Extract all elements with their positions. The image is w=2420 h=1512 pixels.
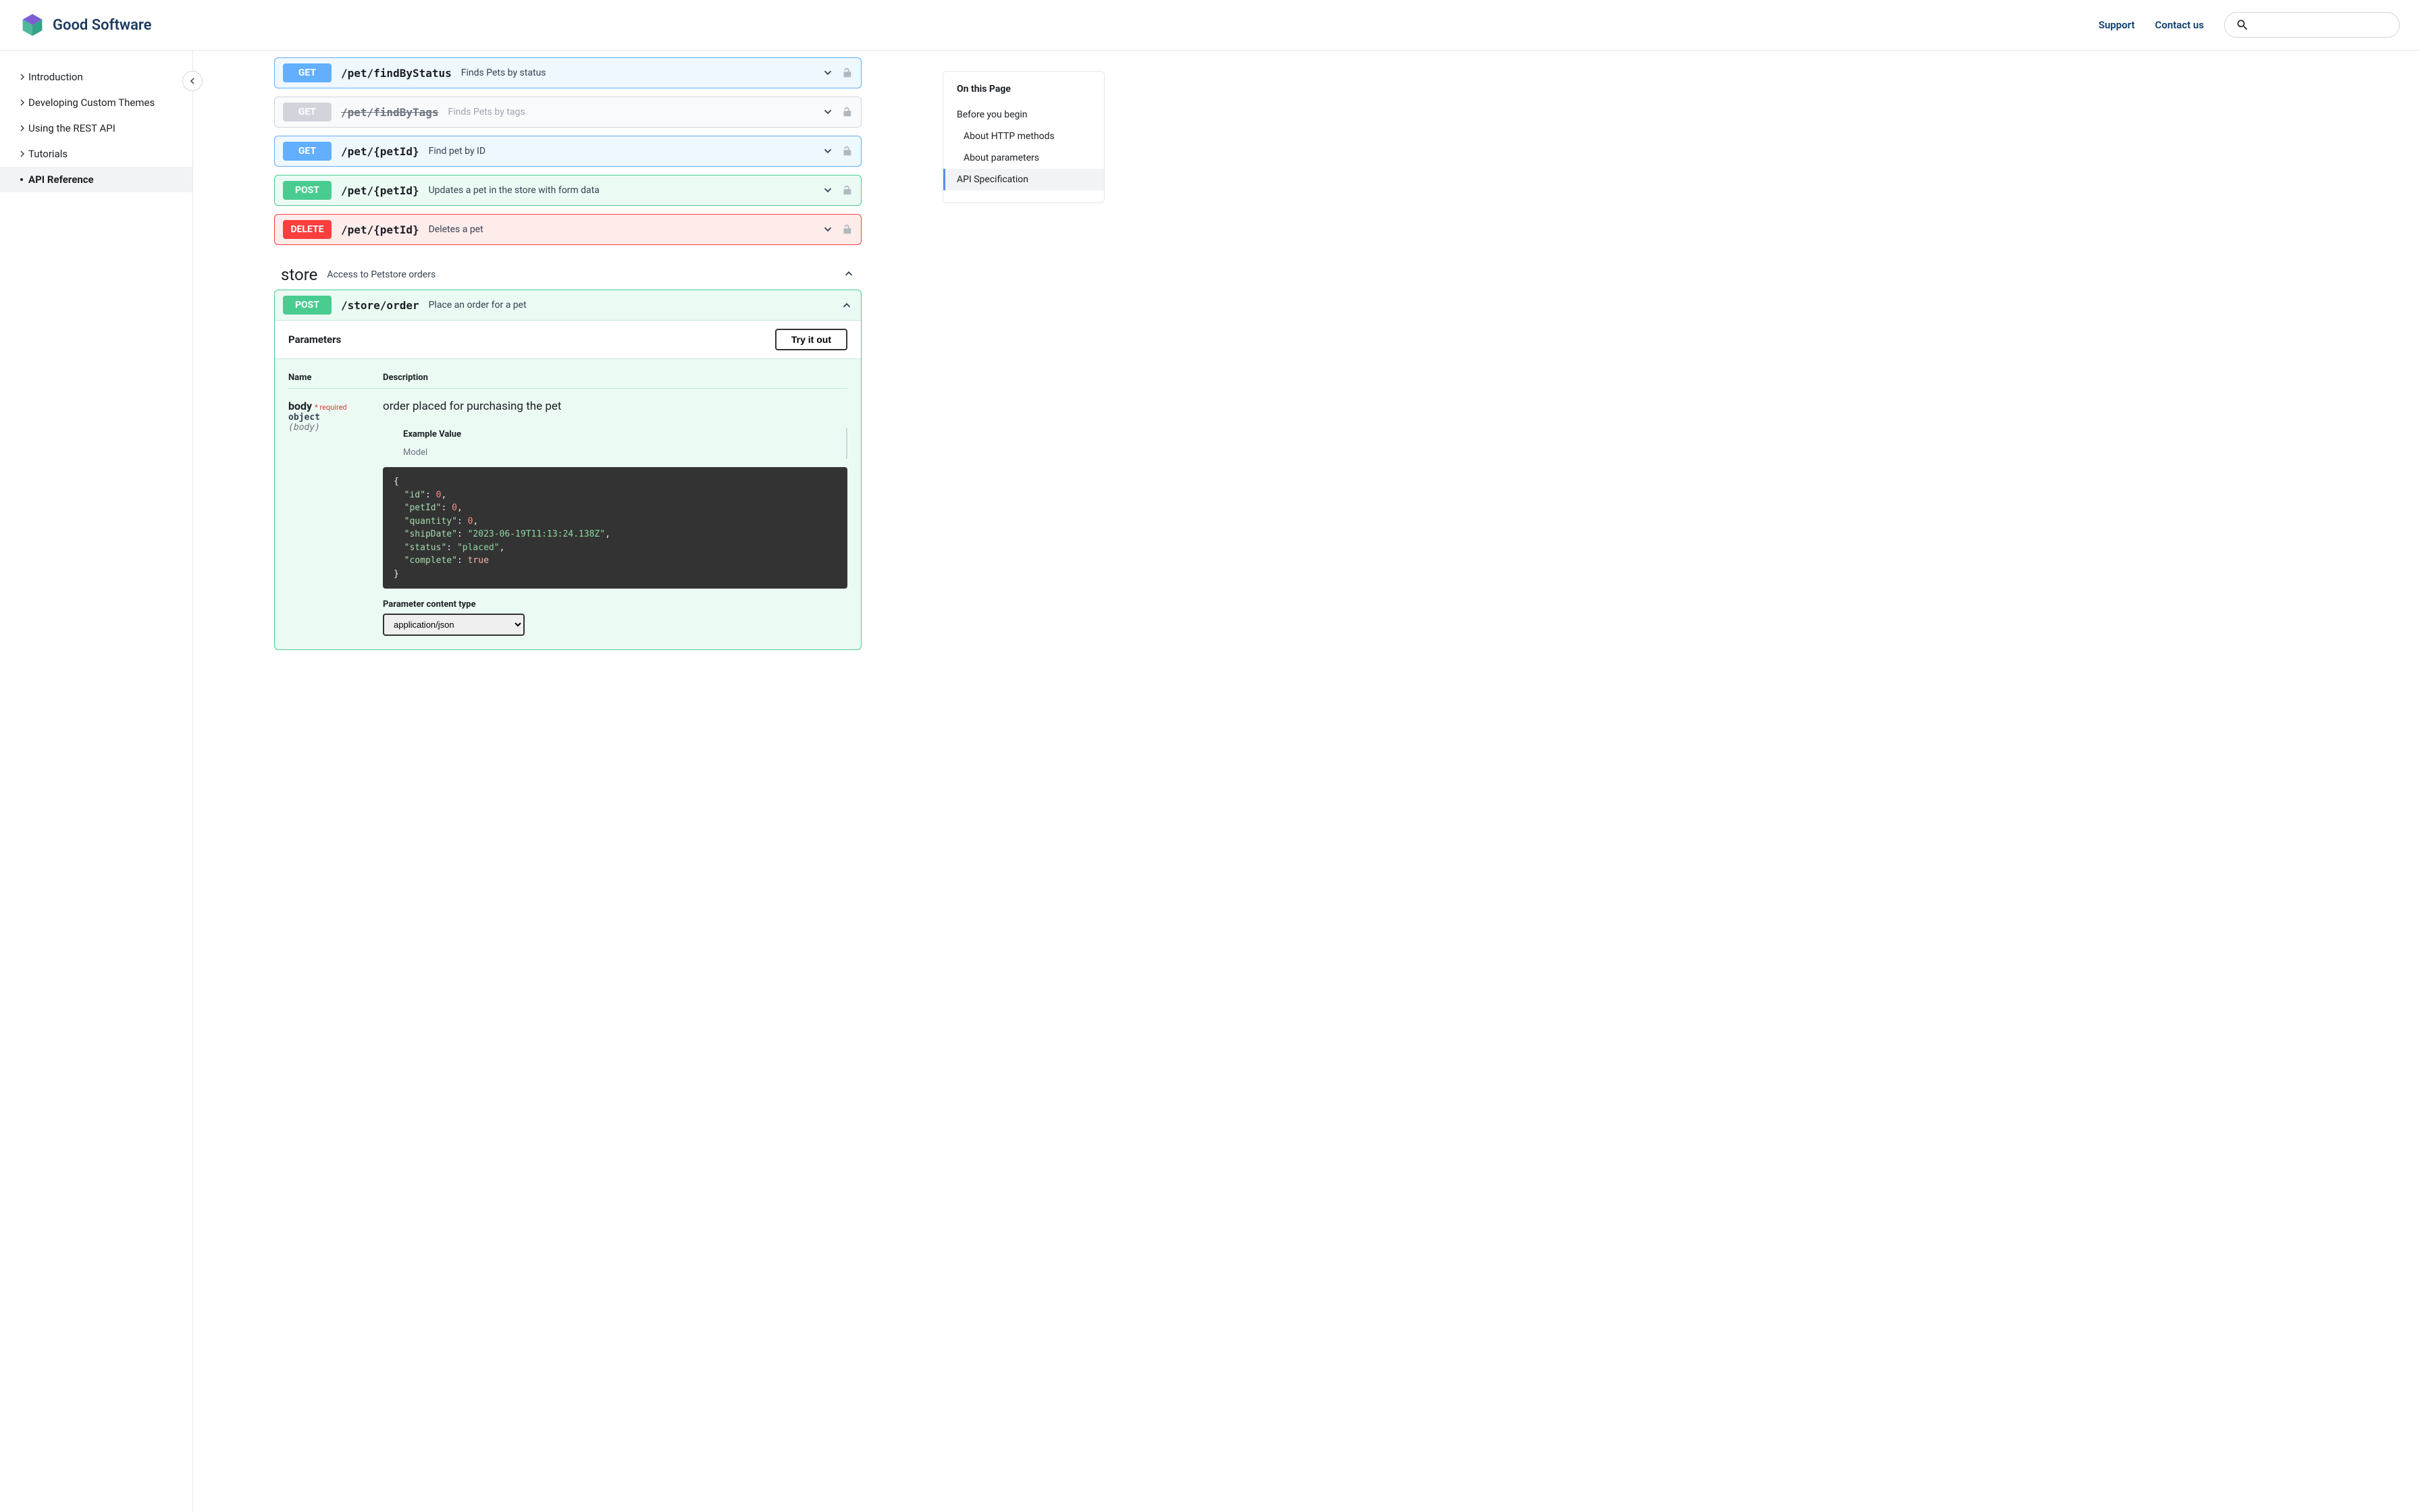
toc-title: On this Page xyxy=(943,84,1104,104)
logo-icon xyxy=(20,13,45,37)
tab-model[interactable]: Model xyxy=(403,445,847,460)
chevron-down-icon xyxy=(822,67,834,79)
sidebar-item-label: Developing Custom Themes xyxy=(28,97,155,109)
endpoint-path: /pet/findByStatus xyxy=(341,67,452,80)
endpoint-path: /store/order xyxy=(341,299,419,312)
sidebar-item-label: Using the REST API xyxy=(28,122,115,134)
param-name-cell: body * required object (body) xyxy=(288,400,356,636)
sidebar-item-developing-custom-themes[interactable]: Developing Custom Themes xyxy=(0,90,192,115)
chevron-down-icon xyxy=(822,223,834,236)
toc-item-api-specification[interactable]: API Specification xyxy=(943,169,1104,190)
sidebar-item-tutorials[interactable]: Tutorials xyxy=(0,141,192,167)
endpoint-path: /pet/{petId} xyxy=(341,223,419,236)
section-desc: Access to Petstore orders xyxy=(327,269,436,280)
endpoint-post--pet--petId-[interactable]: POST/pet/{petId} Updates a pet in the sto… xyxy=(274,175,862,206)
toc-item-before-you-begin[interactable]: Before you begin xyxy=(943,104,1104,126)
code-example[interactable]: { "id": 0, "petId": 0, "quantity": 0, "s… xyxy=(383,467,847,589)
endpoint-desc: Updates a pet in the store with form dat… xyxy=(429,185,600,196)
param-description: order placed for purchasing the pet xyxy=(383,400,847,413)
method-badge: GET xyxy=(283,103,332,122)
chevron-right-icon xyxy=(19,97,26,109)
method-badge: GET xyxy=(283,63,332,82)
nav-support[interactable]: Support xyxy=(2099,19,2135,31)
section-title: store xyxy=(281,265,317,284)
method-badge: GET xyxy=(283,142,332,161)
brand-text: Good Software xyxy=(53,17,151,34)
chevron-down-icon xyxy=(822,184,834,196)
endpoint-get--pet-findByStatus[interactable]: GET/pet/findByStatus Finds Pets by status xyxy=(274,57,862,88)
sidebar-item-using-the-rest-api[interactable]: Using the REST API xyxy=(0,115,192,141)
chevron-up-icon xyxy=(843,267,855,282)
method-badge: POST xyxy=(283,181,332,200)
table-of-contents: On this Page Before you beginAbout HTTP … xyxy=(943,71,1105,203)
search-icon xyxy=(2236,18,2249,32)
sidebar-item-label: API Reference xyxy=(28,173,94,186)
lock-open-icon xyxy=(841,184,853,196)
endpoint-path: /pet/{petId} xyxy=(341,145,419,158)
chevron-right-icon xyxy=(19,122,26,134)
parameters-label: Parameters xyxy=(288,333,341,346)
sidebar-item-label: Tutorials xyxy=(28,148,68,160)
toc-item-about-http-methods[interactable]: About HTTP methods xyxy=(943,126,1104,147)
endpoint-desc: Find pet by ID xyxy=(429,146,485,157)
endpoint-store-order: POST /store/order Place an order for a p… xyxy=(274,290,862,650)
chevron-up-icon xyxy=(841,299,853,311)
lock-open-icon xyxy=(841,106,853,118)
lock-open-icon xyxy=(841,145,853,157)
nav-contact[interactable]: Contact us xyxy=(2155,19,2204,31)
sidebar-item-label: Introduction xyxy=(28,71,83,83)
endpoint-desc: Deletes a pet xyxy=(429,224,483,235)
lock-open-icon xyxy=(841,223,853,236)
try-it-out-button[interactable]: Try it out xyxy=(775,329,847,350)
endpoint-get--pet-findByTags[interactable]: GET/pet/findByTags Finds Pets by tags xyxy=(274,97,862,128)
col-desc-header: Description xyxy=(383,373,428,383)
search-input[interactable] xyxy=(2224,12,2400,38)
endpoint-desc: Place an order for a pet xyxy=(429,300,527,310)
chevron-down-icon xyxy=(822,145,834,157)
method-badge: DELETE xyxy=(283,220,332,239)
method-badge: POST xyxy=(283,296,332,315)
param-required: * required xyxy=(315,403,347,412)
param-type: object xyxy=(288,412,356,423)
endpoint-get--pet--petId-[interactable]: GET/pet/{petId} Find pet by ID xyxy=(274,136,862,167)
sidebar-item-api-reference[interactable]: API Reference xyxy=(0,167,192,192)
logo-wrap[interactable]: Good Software xyxy=(20,13,151,37)
content-type-label: Parameter content type xyxy=(383,599,847,610)
col-name-header: Name xyxy=(288,373,356,383)
endpoint-desc: Finds Pets by tags xyxy=(448,107,525,117)
chevron-right-icon xyxy=(19,148,26,160)
chevron-down-icon xyxy=(822,106,834,118)
bullet-icon xyxy=(20,178,23,181)
header: Good Software Support Contact us xyxy=(0,0,2420,51)
lock-open-icon xyxy=(841,67,853,79)
sidebar: Introduction Developing Custom Themes Usin… xyxy=(0,51,193,1511)
section-store-header[interactable]: store Access to Petstore orders xyxy=(274,253,862,290)
sidebar-item-introduction[interactable]: Introduction xyxy=(0,64,192,90)
header-right: Support Contact us xyxy=(2099,12,2400,38)
tab-example-value[interactable]: Example Value xyxy=(403,427,847,442)
content-type-select[interactable]: application/json xyxy=(383,614,525,636)
main-content: GET/pet/findByStatus Finds Pets by status… xyxy=(193,51,943,1511)
param-in: (body) xyxy=(288,423,356,433)
endpoint-path: /pet/{petId} xyxy=(341,184,419,197)
endpoint-header[interactable]: POST /store/order Place an order for a p… xyxy=(275,290,861,320)
endpoint-path: /pet/findByTags xyxy=(341,106,439,119)
endpoint-delete--pet--petId-[interactable]: DELETE/pet/{petId} Deletes a pet xyxy=(274,214,862,245)
chevron-right-icon xyxy=(19,71,26,83)
endpoint-desc: Finds Pets by status xyxy=(461,68,546,78)
toc-item-about-parameters[interactable]: About parameters xyxy=(943,147,1104,169)
param-name: body xyxy=(288,400,312,412)
